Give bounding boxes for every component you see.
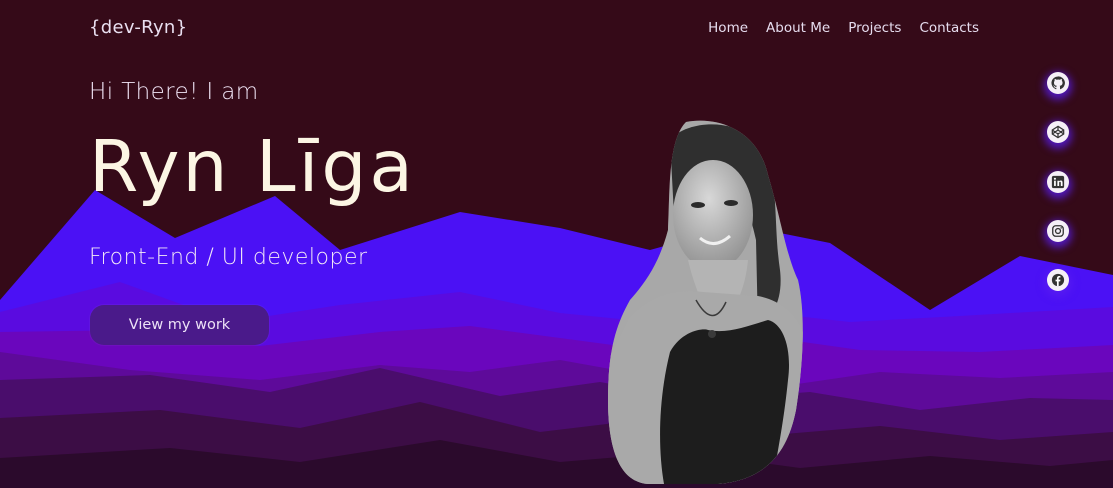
nav-contacts[interactable]: Contacts: [919, 20, 979, 36]
hero-role: Front-End / UI developer: [89, 245, 368, 270]
profile-photo: [608, 120, 803, 484]
instagram-icon: [1052, 225, 1064, 237]
nav-about-me[interactable]: About Me: [766, 20, 830, 36]
linkedin-link[interactable]: [1047, 171, 1069, 193]
view-work-button[interactable]: View my work: [90, 305, 269, 345]
mountain-background: [0, 190, 1113, 488]
instagram-link[interactable]: [1047, 220, 1069, 242]
nav-home[interactable]: Home: [708, 20, 748, 36]
nav-projects[interactable]: Projects: [848, 20, 901, 36]
codepen-icon: [1051, 125, 1065, 139]
hero-section: {dev-Ryn} Home About Me Projects Contact…: [0, 0, 1113, 488]
linkedin-icon: [1051, 175, 1065, 189]
hero-greeting: Hi There! I am: [89, 79, 259, 105]
main-nav: Home About Me Projects Contacts: [708, 20, 979, 36]
facebook-link[interactable]: [1047, 269, 1069, 291]
site-logo[interactable]: {dev-Ryn}: [89, 17, 187, 38]
github-icon: [1051, 76, 1065, 90]
codepen-link[interactable]: [1047, 121, 1069, 143]
github-link[interactable]: [1047, 72, 1069, 94]
hero-name: Ryn Līga: [89, 125, 416, 208]
facebook-icon: [1051, 273, 1065, 287]
